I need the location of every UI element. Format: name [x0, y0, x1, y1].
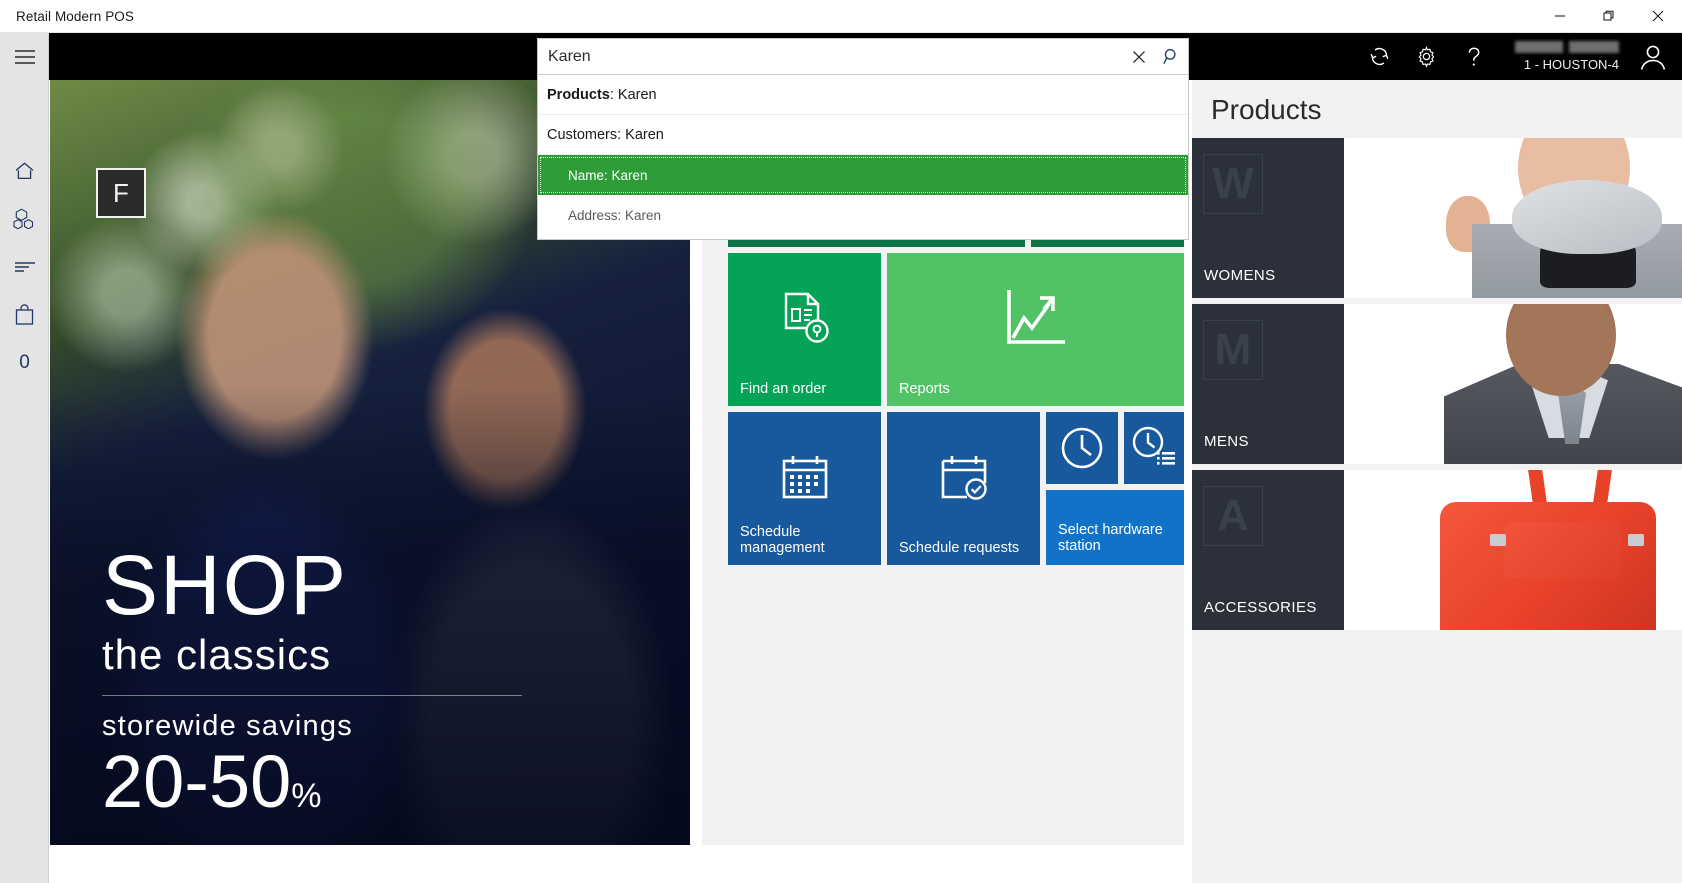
restore-button[interactable] [1584, 0, 1633, 33]
product-card-label: ACCESSORIES [1204, 599, 1317, 616]
hamburger-menu-icon[interactable] [0, 33, 49, 80]
tile-schedule-management[interactable]: Schedule management [728, 412, 881, 565]
product-card-label: MENS [1204, 433, 1249, 450]
photo-scarf [1512, 180, 1662, 254]
left-nav-rail: 0 [0, 33, 49, 883]
tile-label: Reports [899, 381, 950, 398]
tile-schedule-requests[interactable]: Schedule requests [887, 412, 1040, 565]
product-card-mens[interactable]: M MENS [1192, 304, 1682, 464]
list-icon [14, 260, 36, 274]
help-icon[interactable] [1450, 33, 1497, 80]
product-card-left: M MENS [1192, 304, 1344, 464]
banner-percent-symbol: % [291, 777, 322, 816]
suggestion-group-label: Customers [547, 126, 618, 143]
sync-icon[interactable] [1356, 33, 1403, 80]
user-info[interactable]: 1 - HOUSTON-4 [1497, 33, 1629, 80]
sidebar-item-home[interactable] [0, 147, 49, 194]
tile-reports[interactable]: Reports [887, 253, 1184, 406]
gear-icon[interactable] [1403, 33, 1450, 80]
clear-search-icon[interactable] [1122, 39, 1155, 74]
search-icon[interactable] [1155, 39, 1188, 74]
tile-time-clock-entries[interactable] [1124, 412, 1184, 484]
close-button[interactable] [1633, 0, 1682, 33]
tile-label: Schedule management [740, 523, 825, 557]
product-card-accessories[interactable]: A ACCESSORIES [1192, 470, 1682, 630]
banner-savings-label: storewide savings [102, 710, 353, 743]
suggestion-group-query: : Karen [617, 126, 664, 143]
product-card-photo [1344, 470, 1682, 630]
products-title: Products [1211, 94, 1322, 125]
photo-bag-flap [1504, 522, 1622, 578]
search-box[interactable] [537, 38, 1189, 75]
tile-label: Schedule requests [899, 540, 1020, 557]
clock-list-icon [1124, 412, 1184, 484]
cart-count: 0 [19, 351, 30, 373]
search-suggestions: Products: Karen Customers: Karen Name: K… [537, 75, 1189, 240]
search-input[interactable] [538, 39, 1122, 74]
banner-divider [102, 695, 522, 697]
banner-percent: 20-50% [102, 743, 622, 821]
product-card-left: A ACCESSORIES [1192, 470, 1344, 630]
tile-find-an-order[interactable]: Find an order [728, 253, 881, 406]
womens-photo [1344, 138, 1682, 298]
banner-subhead: the classics [102, 631, 332, 679]
user-name-redacted [1515, 41, 1619, 53]
mens-photo [1344, 304, 1682, 464]
banner-headline: SHOP [102, 537, 349, 632]
products-icon [13, 208, 36, 229]
product-card-photo [1344, 138, 1682, 298]
product-card-photo [1344, 304, 1682, 464]
products-panel: Products W WOMENS M MENS A ACCESSORIES [1192, 80, 1682, 883]
clock-icon [1046, 412, 1118, 484]
title-bar: Retail Modern POS [0, 0, 1682, 33]
suggestion-item-address[interactable]: Address: Karen [538, 195, 1188, 235]
find-order-icon [728, 253, 881, 384]
window-controls [1535, 0, 1682, 33]
product-watermark-letter: A [1203, 486, 1263, 546]
chart-up-icon [887, 253, 1184, 384]
tile-time-clock[interactable] [1046, 412, 1118, 484]
product-watermark-letter: M [1203, 320, 1263, 380]
brand-logo: F [96, 168, 146, 218]
banner-text: SHOP the classics storewide savings 20-5… [102, 537, 622, 821]
home-icon [14, 161, 35, 181]
product-card-left: W WOMENS [1192, 138, 1344, 298]
header-actions: 1 - HOUSTON-4 [1356, 33, 1682, 80]
suggestion-group-query: : Karen [609, 86, 657, 103]
product-watermark-letter: W [1203, 154, 1263, 214]
app-window: Retail Modern POS 0 1 - HOUSTON-4 Karen … [0, 0, 1682, 883]
search-area: Products: Karen Customers: Karen Name: K… [537, 38, 1189, 240]
suggestion-group-customers[interactable]: Customers: Karen [538, 115, 1188, 155]
sidebar-item-products[interactable] [0, 195, 49, 242]
banner-percent-value: 20-50 [102, 740, 292, 824]
tile-label: Select hardware station [1058, 521, 1163, 555]
shopping-bag-icon [15, 304, 34, 325]
tile-label: Find an order [740, 381, 827, 398]
product-card-womens[interactable]: W WOMENS [1192, 138, 1682, 298]
suggestion-item-name[interactable]: Name: Karen [538, 155, 1188, 195]
photo-bag-clip-left [1490, 534, 1506, 546]
user-avatar-icon[interactable] [1629, 33, 1676, 80]
sidebar-item-tasks[interactable] [0, 243, 49, 290]
product-card-label: WOMENS [1204, 267, 1276, 284]
app-title: Retail Modern POS [16, 8, 134, 24]
photo-bag-clip-right [1628, 534, 1644, 546]
suggestion-group-products[interactable]: Products: Karen [538, 75, 1188, 115]
tile-select-hardware-station[interactable]: Select hardware station [1046, 490, 1184, 565]
store-label: 1 - HOUSTON-4 [1523, 57, 1619, 72]
suggestion-group-label: Products [547, 86, 610, 103]
sidebar-item-cart[interactable] [0, 291, 49, 338]
minimize-button[interactable] [1535, 0, 1584, 33]
accessories-photo [1344, 470, 1682, 630]
calendar-check-icon [887, 412, 1040, 543]
